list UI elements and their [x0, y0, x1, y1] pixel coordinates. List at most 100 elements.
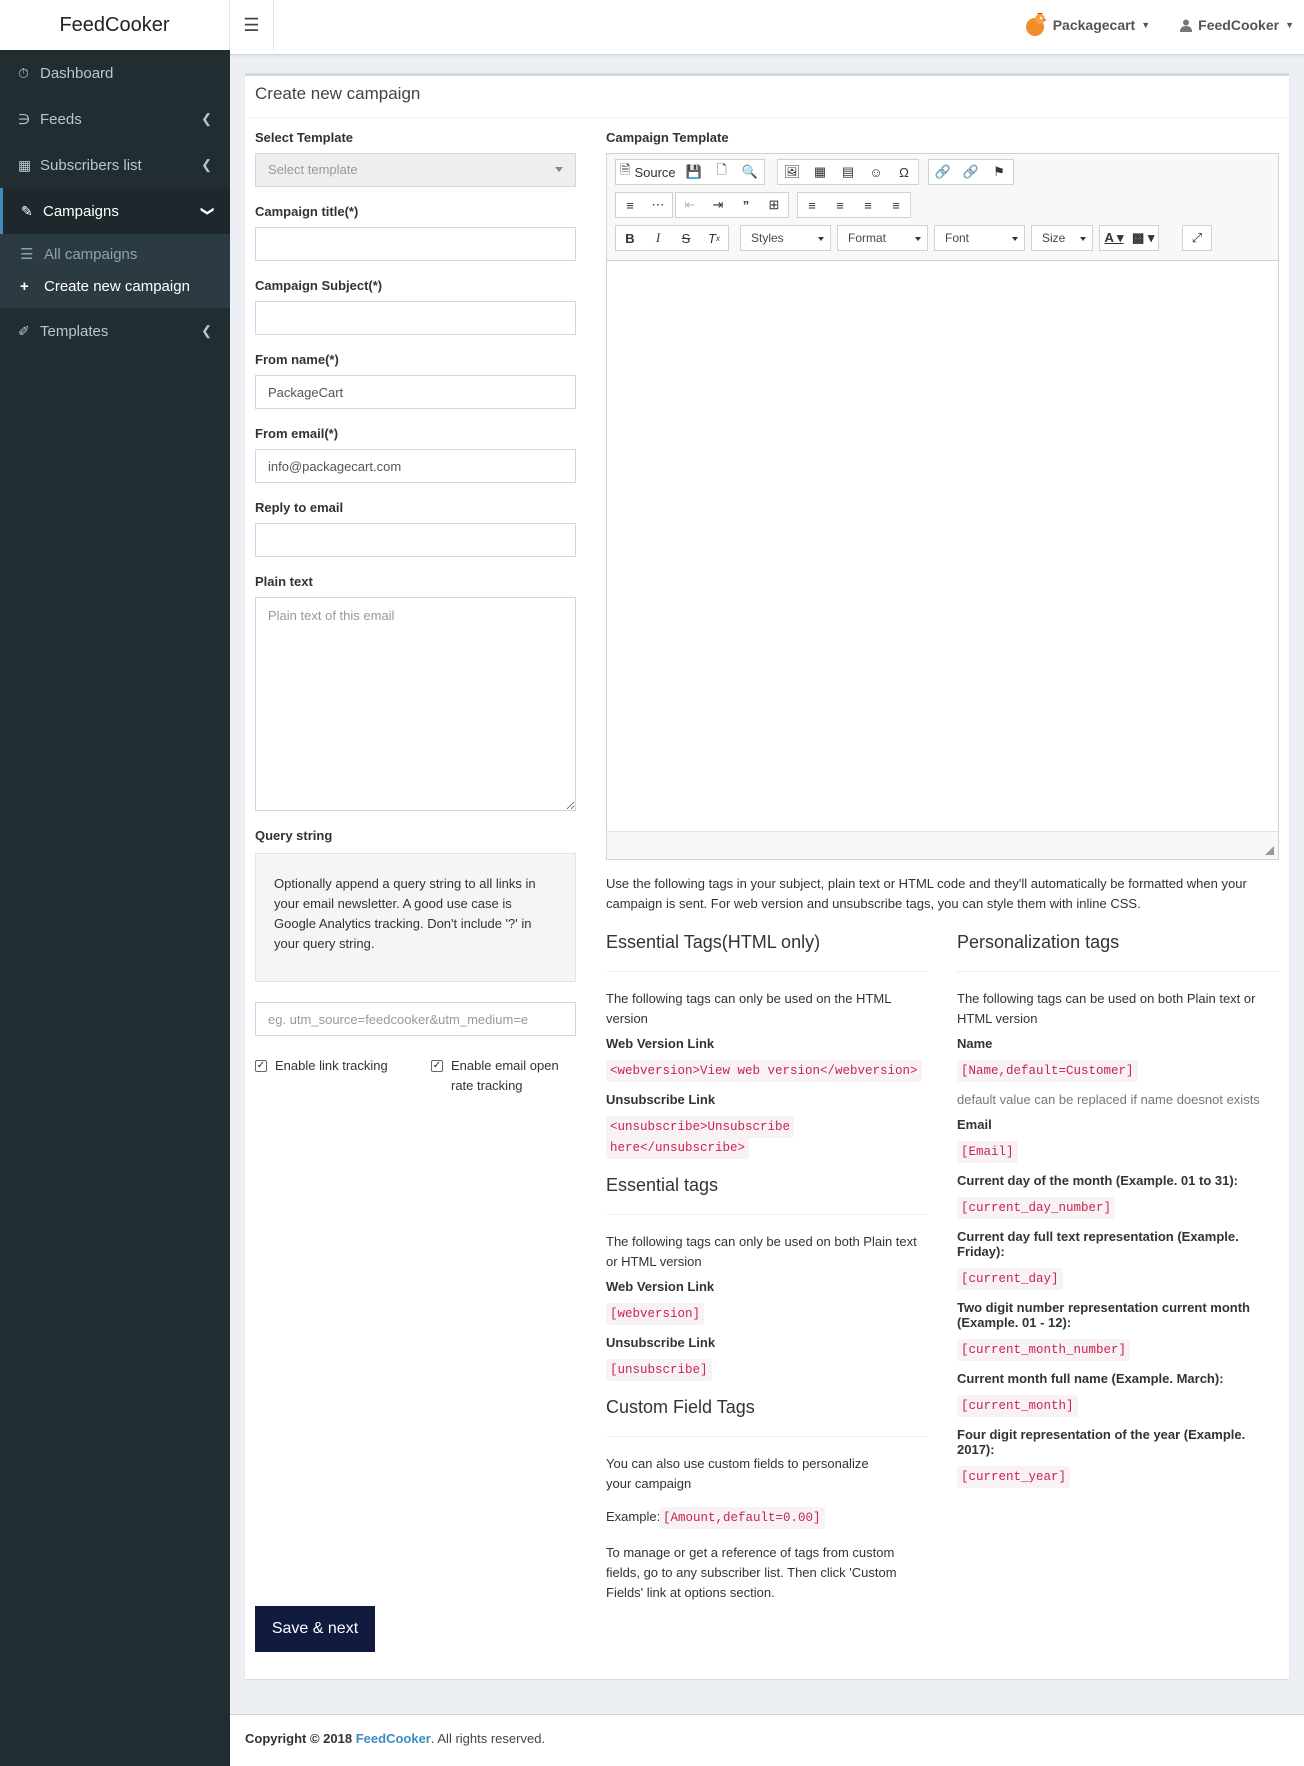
link-tracking-checkbox[interactable]: ✓ Enable link tracking	[255, 1056, 425, 1076]
from-email-input[interactable]	[255, 449, 576, 483]
smiley-icon[interactable]: ☺	[862, 160, 890, 184]
strikethrough-icon[interactable]: S	[672, 226, 700, 250]
submenu-item-all-campaigns[interactable]: ☰ All campaigns	[0, 238, 230, 270]
from-name-input[interactable]	[255, 375, 576, 409]
toolbar-group-colors: A ▾ ▩ ▾	[1099, 225, 1160, 251]
checkbox-checked-icon[interactable]: ✓	[431, 1060, 443, 1072]
name-tag-label: Name	[957, 1036, 993, 1051]
editor-content-area[interactable]	[607, 261, 1278, 831]
submenu-item-label: Create new campaign	[44, 277, 190, 295]
user-dropdown[interactable]: FeedCooker ▼	[1180, 17, 1294, 33]
custom-field-tags-heading: Custom Field Tags	[606, 1397, 755, 1417]
brand-logo[interactable]: FeedCooker	[0, 0, 230, 50]
current-day-code: [current_day]	[957, 1268, 1063, 1290]
divider	[606, 971, 928, 972]
from-email-label: From email(*)	[255, 426, 339, 441]
bulleted-list-icon[interactable]: ⋯	[644, 193, 672, 217]
sidebar-item-label: Campaigns	[43, 202, 119, 220]
account-label: Packagecart	[1052, 17, 1136, 33]
grid-icon: ▦	[18, 156, 32, 173]
sidebar-item-label: Subscribers list	[40, 156, 142, 174]
campaign-title-input[interactable]	[255, 227, 576, 261]
font-label: Font	[945, 231, 970, 245]
special-char-icon[interactable]: Ω	[890, 160, 918, 184]
source-button[interactable]: 🗎 Source	[616, 160, 680, 184]
top-navbar: FeedCooker ☰ Packagecart ▼ FeedCooker ▼	[0, 0, 1304, 55]
open-tracking-checkbox[interactable]: ✓ Enable email open rate tracking	[431, 1056, 581, 1096]
bold-icon[interactable]: B	[616, 226, 644, 250]
current-month-number-label-cont: (Example. 01 - 12):	[957, 1315, 1072, 1330]
caret-down-icon	[555, 167, 563, 172]
chicken-logo-icon	[1025, 13, 1047, 36]
submenu-item-create-new-campaign[interactable]: + Create new campaign	[0, 270, 230, 302]
anchor-flag-icon[interactable]: ⚑	[985, 160, 1013, 184]
sidebar-item-campaigns[interactable]: ✎ Campaigns ❮	[0, 188, 230, 234]
editor-footer	[607, 831, 1278, 859]
align-left-icon[interactable]: ≡	[798, 193, 826, 217]
account-dropdown[interactable]: Packagecart ▼	[1025, 13, 1150, 37]
align-justify-icon[interactable]: ≡	[882, 193, 910, 217]
size-dropdown[interactable]: Size	[1031, 225, 1093, 251]
numbered-list-icon[interactable]: ≡	[616, 193, 644, 217]
italic-icon[interactable]: I	[644, 226, 672, 250]
query-string-help: Optionally append a query string to all …	[255, 853, 576, 982]
user-icon	[1180, 19, 1193, 32]
link-icon[interactable]: 🔗	[929, 160, 957, 184]
current-day-label-cont: Friday):	[957, 1244, 1005, 1259]
format-dropdown[interactable]: Format	[837, 225, 928, 251]
personalization-desc: The following tags can be used on both P…	[957, 991, 1256, 1026]
div-container-icon[interactable]: ⊞	[760, 193, 788, 217]
select-template-value: Select template	[268, 162, 358, 177]
align-right-icon[interactable]: ≡	[854, 193, 882, 217]
save-icon[interactable]: 💾	[680, 160, 708, 184]
preview-icon[interactable]: 🔍	[736, 160, 764, 184]
plain-text-textarea[interactable]	[255, 597, 576, 811]
new-page-icon[interactable]: 🗋	[708, 160, 736, 184]
sidebar-item-feeds[interactable]: ∋ Feeds ❮	[0, 96, 230, 142]
indent-icon[interactable]: ⇥	[704, 193, 732, 217]
remove-format-icon[interactable]: Tx	[700, 226, 728, 250]
current-year-code: [current_year]	[957, 1466, 1071, 1488]
toolbar-group-insert: 🖼 ▦ ▤ ☺ Ω	[777, 159, 919, 185]
reply-to-label: Reply to email	[255, 500, 344, 515]
font-dropdown[interactable]: Font	[934, 225, 1025, 251]
save-next-button[interactable]: Save & next	[255, 1606, 375, 1652]
table-icon[interactable]: ▦	[806, 160, 834, 184]
styles-label: Styles	[751, 231, 784, 245]
create-campaign-box: Create new campaign Select Template Sele…	[245, 73, 1289, 1679]
resize-handle-icon[interactable]	[1265, 846, 1274, 855]
campaign-title-label: Campaign title(*)	[255, 204, 359, 219]
current-month-code: [current_month]	[957, 1395, 1078, 1417]
reply-to-email-input[interactable]	[255, 523, 576, 557]
brush-icon: ✐	[18, 322, 30, 339]
toolbar-group-maximize: ⤢	[1182, 225, 1212, 251]
source-icon: 🗎	[620, 162, 631, 177]
from-name-label: From name(*)	[255, 352, 339, 367]
campaign-subject-input[interactable]	[255, 301, 576, 335]
sidebar-toggle-button[interactable]: ☰	[230, 0, 274, 50]
current-day-label: Current day full text representation (Ex…	[957, 1229, 1239, 1244]
styles-dropdown[interactable]: Styles	[740, 225, 831, 251]
horizontal-line-icon[interactable]: ▤	[834, 160, 862, 184]
email-tag-label: Email	[957, 1117, 992, 1132]
footer-brand-link[interactable]: FeedCooker	[356, 1731, 431, 1746]
image-icon[interactable]: 🖼	[778, 160, 806, 184]
text-color-icon[interactable]: A ▾	[1100, 226, 1128, 250]
blockquote-icon[interactable]: ”	[732, 193, 760, 217]
align-center-icon[interactable]: ≡	[826, 193, 854, 217]
select-template-dropdown[interactable]: Select template	[255, 153, 576, 187]
checkbox-checked-icon[interactable]: ✓	[255, 1060, 267, 1072]
sidebar-item-dashboard[interactable]: ⏱ Dashboard	[0, 50, 230, 96]
outdent-icon: ⇤	[684, 197, 696, 212]
unsubscribe-html-code: <unsubscribe>Unsubscribe	[606, 1116, 795, 1138]
current-month-number-code: [current_month_number]	[957, 1339, 1131, 1361]
unsubscribe-link-label: Unsubscribe Link	[606, 1092, 716, 1107]
background-color-icon[interactable]: ▩ ▾	[1128, 226, 1158, 250]
divider	[957, 971, 1279, 972]
tags-intro: Use the following tags in your subject, …	[606, 876, 1247, 911]
sidebar-item-subscribers-list[interactable]: ▦ Subscribers list ❮	[0, 142, 230, 188]
sidebar-item-templates[interactable]: ✐ Templates ❮	[0, 308, 230, 354]
maximize-icon[interactable]: ⤢	[1183, 226, 1211, 250]
toolbar-group-lists: ≡ ⋯	[615, 192, 673, 218]
query-string-input[interactable]	[255, 1002, 576, 1036]
